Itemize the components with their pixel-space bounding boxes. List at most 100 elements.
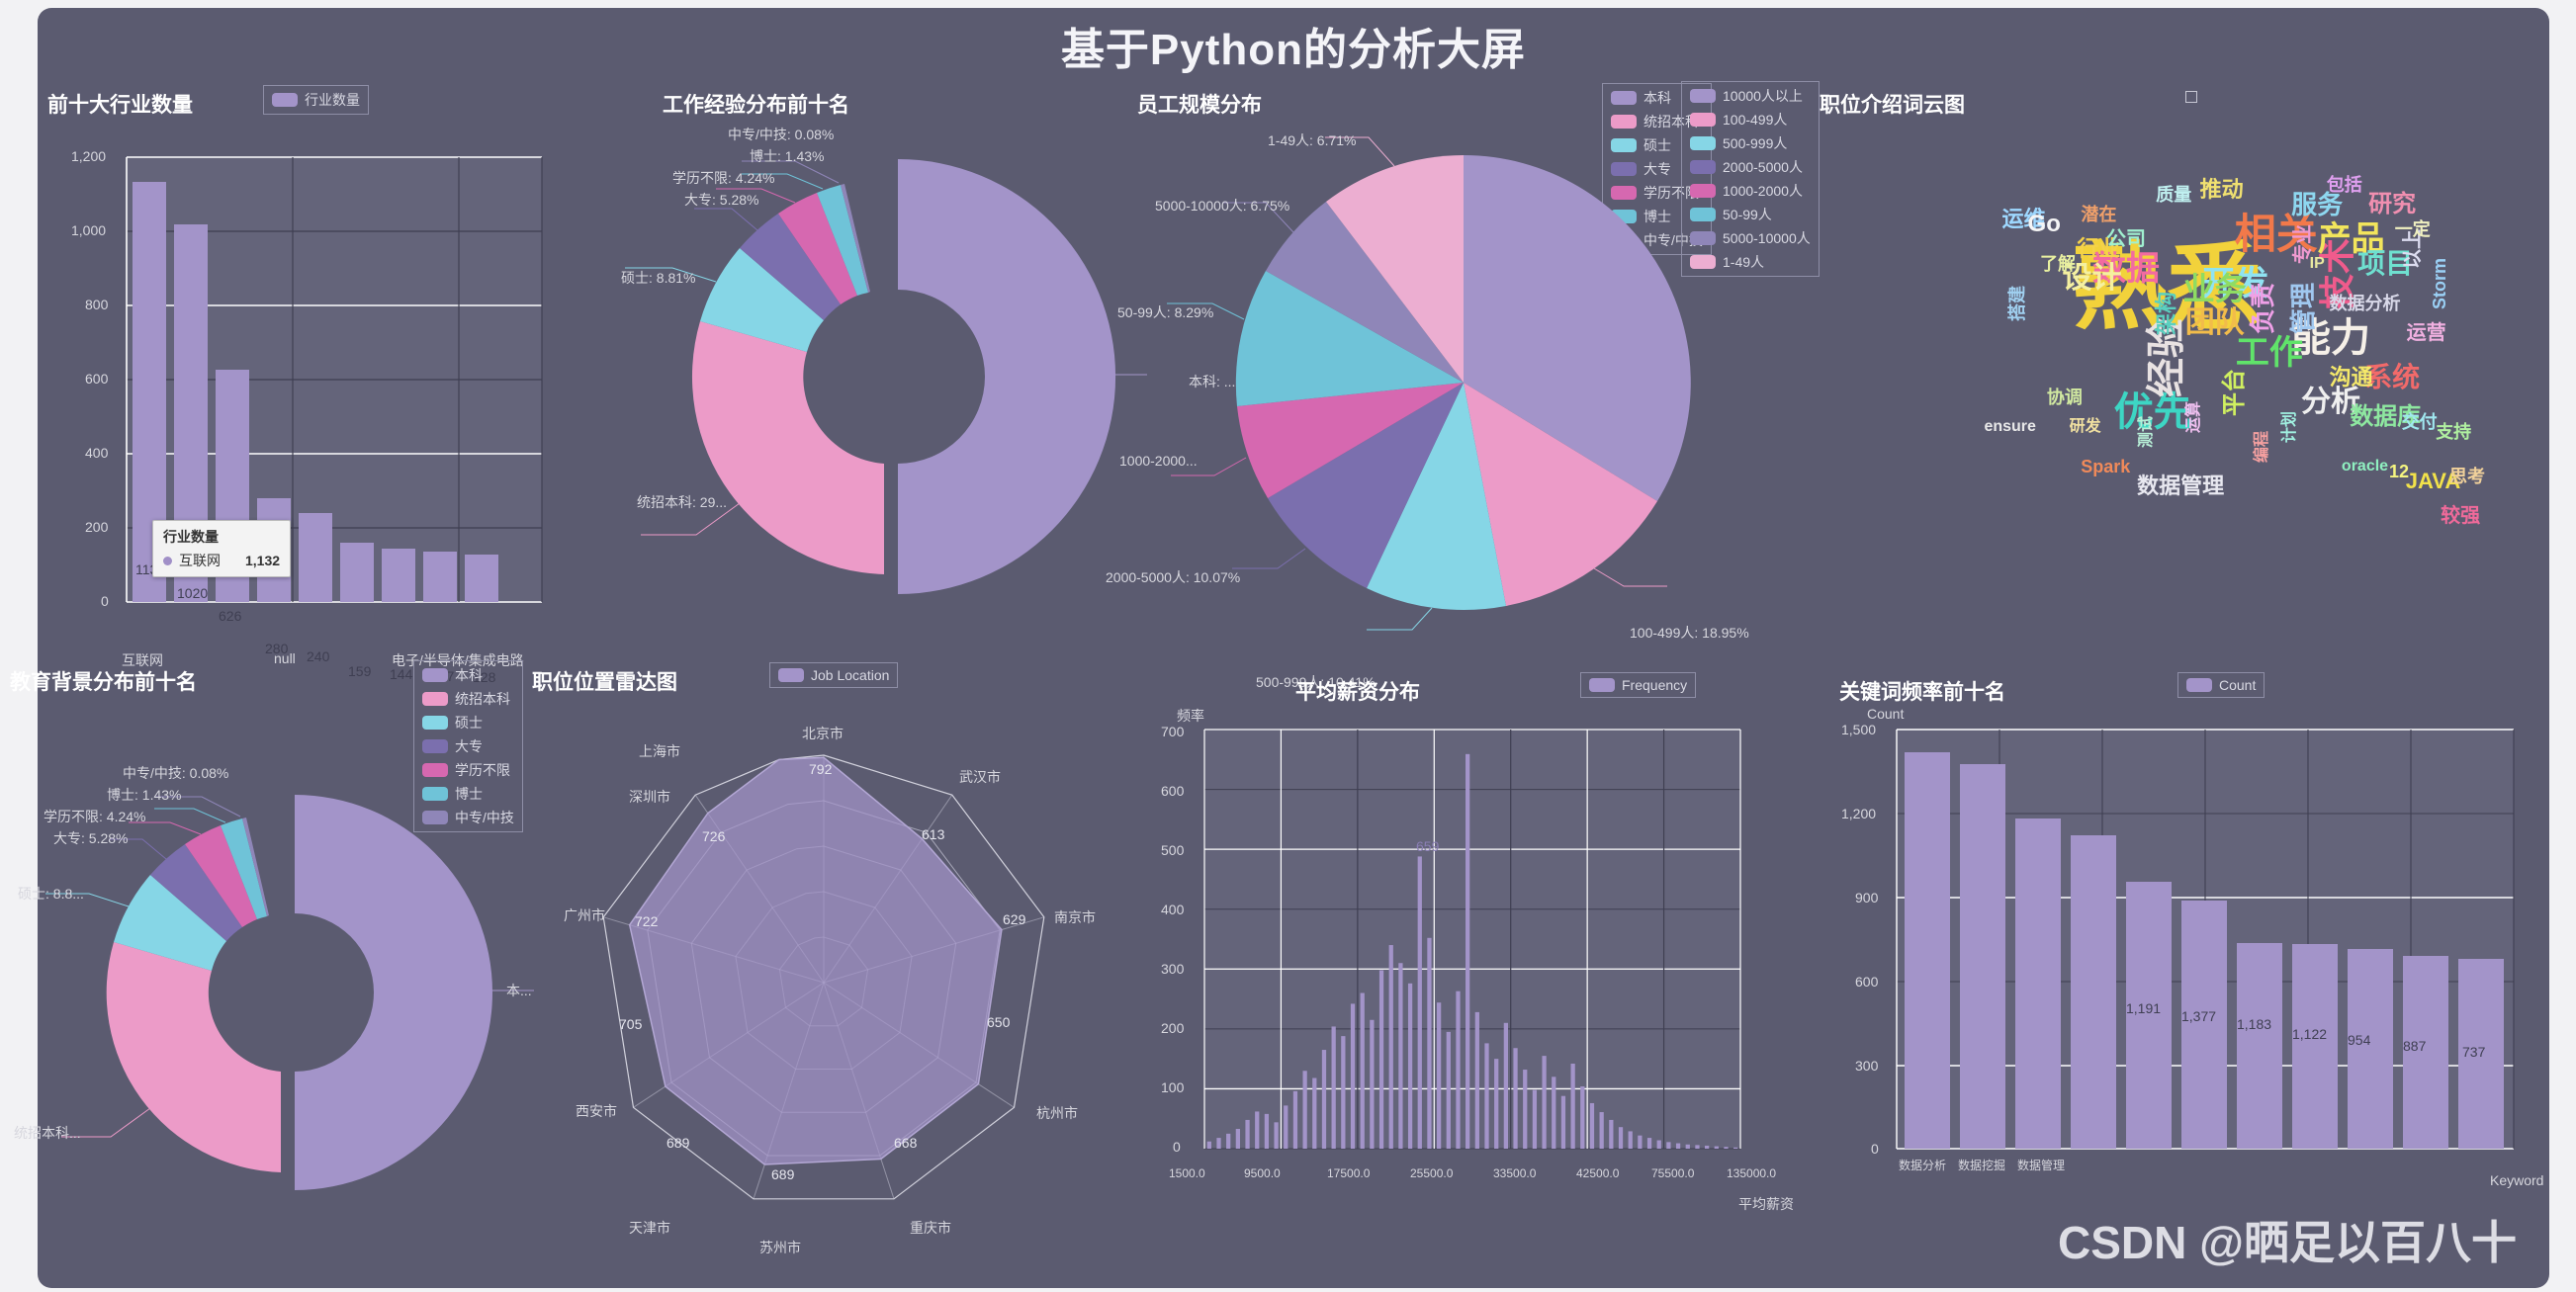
wordcloud-word[interactable]: 公司: [2106, 229, 2146, 249]
legend-item[interactable]: Job Location: [778, 667, 889, 683]
bar-item[interactable]: [1245, 1119, 1250, 1149]
wordcloud-word[interactable]: ensure: [1984, 419, 2035, 435]
bar-item[interactable]: [1685, 1144, 1690, 1149]
wordcloud-word[interactable]: 运营: [2407, 323, 2446, 343]
wordcloud-word[interactable]: 质量: [2156, 186, 2191, 204]
bar-item[interactable]: [2181, 901, 2227, 1149]
bar-item[interactable]: [465, 555, 498, 602]
wordcloud-word[interactable]: 数据分析: [2330, 295, 2401, 312]
wordcloud-word[interactable]: 运算: [2185, 401, 2202, 433]
bar-item[interactable]: [2292, 944, 2338, 1149]
wordcloud-word[interactable]: 推动: [2200, 179, 2244, 201]
wordcloud-word[interactable]: 较强: [2441, 506, 2480, 526]
bar-item[interactable]: [2071, 835, 2116, 1149]
pie-slice-benke[interactable]: [295, 795, 492, 1190]
bar-item[interactable]: [1609, 1119, 1614, 1149]
bar-item[interactable]: [1284, 1105, 1288, 1149]
wordcloud-word[interactable]: 交付: [2402, 413, 2438, 431]
wordcloud-word[interactable]: 负责: [2248, 283, 2277, 334]
wordcloud-word[interactable]: 包括: [2327, 176, 2362, 194]
bar-item[interactable]: [423, 552, 457, 602]
legend-item[interactable]: 10000人以上: [1690, 86, 1811, 106]
wordcloud-word[interactable]: 团队: [2185, 308, 2245, 338]
pie-slice-tongzhao[interactable]: [106, 942, 281, 1172]
wordcloud-word[interactable]: 研发: [2070, 419, 2101, 435]
bar-item[interactable]: [1407, 983, 1413, 1149]
bar-item[interactable]: [1388, 945, 1393, 1149]
bar-item[interactable]: [1724, 1147, 1729, 1149]
wordcloud-word[interactable]: 了解: [2040, 255, 2076, 273]
bar-item[interactable]: [1618, 1127, 1624, 1149]
bar-item[interactable]: [1292, 1090, 1298, 1149]
bar-item[interactable]: [1905, 752, 1950, 1149]
bar-item[interactable]: [1675, 1143, 1681, 1149]
wordcloud-word[interactable]: 编程: [2254, 431, 2270, 463]
bar-item[interactable]: [1733, 1147, 1738, 1149]
bar-item[interactable]: [1264, 1113, 1270, 1149]
bar-item[interactable]: [1302, 1071, 1307, 1149]
bar-item[interactable]: [1321, 1050, 1327, 1149]
legend-industry[interactable]: 行业数量: [263, 85, 369, 115]
bar-item[interactable]: [2015, 818, 2061, 1149]
bar-item[interactable]: [1226, 1133, 1231, 1149]
bar-item[interactable]: [1331, 1026, 1336, 1149]
pie-slice-tongzhao[interactable]: [691, 321, 884, 574]
bar-item[interactable]: [1532, 1089, 1538, 1149]
bar-item[interactable]: [1378, 970, 1384, 1149]
wordcloud-word[interactable]: 测试: [2138, 416, 2155, 448]
wordcloud-word[interactable]: 平台: [2221, 369, 2248, 416]
bar-item[interactable]: [1255, 1111, 1260, 1149]
bar-item[interactable]: [1446, 1031, 1451, 1149]
radar-series-area[interactable]: [628, 756, 1003, 1165]
wordcloud-word[interactable]: 管理: [2288, 283, 2318, 334]
bar-item[interactable]: [1474, 1011, 1479, 1149]
bar-item[interactable]: [1714, 1146, 1719, 1149]
legend-item[interactable]: 本科: [422, 665, 514, 685]
bar-item[interactable]: [2348, 949, 2393, 1149]
bar-item[interactable]: [1599, 1112, 1604, 1149]
bar-item[interactable]: [382, 549, 415, 602]
wordcloud-word[interactable]: 12: [2389, 463, 2409, 480]
bar-item[interactable]: [1704, 1145, 1710, 1149]
bar-item[interactable]: [1350, 1003, 1356, 1149]
bar-item[interactable]: [1398, 963, 1403, 1149]
wordcloud-word[interactable]: 业务: [2183, 273, 2247, 304]
bar-item[interactable]: [1666, 1142, 1671, 1149]
bar-item[interactable]: [1580, 1086, 1585, 1149]
bar-item[interactable]: [340, 543, 374, 602]
bar-item[interactable]: [1638, 1135, 1643, 1149]
bar-item[interactable]: [1484, 1043, 1489, 1149]
wordcloud-word[interactable]: 沟通: [2330, 367, 2373, 388]
bar-item[interactable]: [1503, 1022, 1509, 1149]
wordcloud-word[interactable]: 潜在: [2081, 206, 2116, 223]
bar-item[interactable]: [1646, 1138, 1652, 1149]
bar-item[interactable]: [1523, 1070, 1528, 1149]
wordcloud-word[interactable]: 一定: [2395, 220, 2431, 238]
bar-item[interactable]: [1312, 1077, 1317, 1149]
bar-item[interactable]: [1570, 1063, 1575, 1149]
wordcloud-word[interactable]: Go: [2028, 213, 2061, 236]
bar-item[interactable]: [1235, 1129, 1241, 1149]
bar-item[interactable]: [1456, 991, 1461, 1149]
bar-item[interactable]: [299, 513, 332, 602]
bar-item[interactable]: [1552, 1077, 1556, 1149]
bar-item[interactable]: [1206, 1141, 1211, 1149]
bar-item[interactable]: [1466, 753, 1470, 1149]
wordcloud-word[interactable]: Spark: [2081, 458, 2130, 475]
wordcloud-word[interactable]: 数据管理: [2137, 475, 2224, 497]
wordcloud-word[interactable]: 计划: [2281, 411, 2298, 443]
wordcloud-word[interactable]: 架构: [2154, 292, 2178, 335]
wordcloud-word[interactable]: 搭建: [2007, 286, 2027, 321]
bar-item[interactable]: [1695, 1145, 1700, 1149]
bar-item[interactable]: [1274, 1122, 1279, 1149]
legend-item[interactable]: 行业数量: [272, 90, 360, 110]
bar-item[interactable]: [1560, 1095, 1566, 1149]
bar-item[interactable]: [1427, 937, 1432, 1149]
bar-item[interactable]: [1494, 1059, 1499, 1149]
bar-item[interactable]: [1436, 1002, 1442, 1149]
bar-item[interactable]: [1216, 1138, 1221, 1149]
bar-item[interactable]: [1370, 1019, 1375, 1149]
wordcloud-word[interactable]: 思考: [2449, 468, 2485, 485]
bar-item[interactable]: [1360, 992, 1365, 1149]
bar-item[interactable]: [1656, 1140, 1661, 1149]
